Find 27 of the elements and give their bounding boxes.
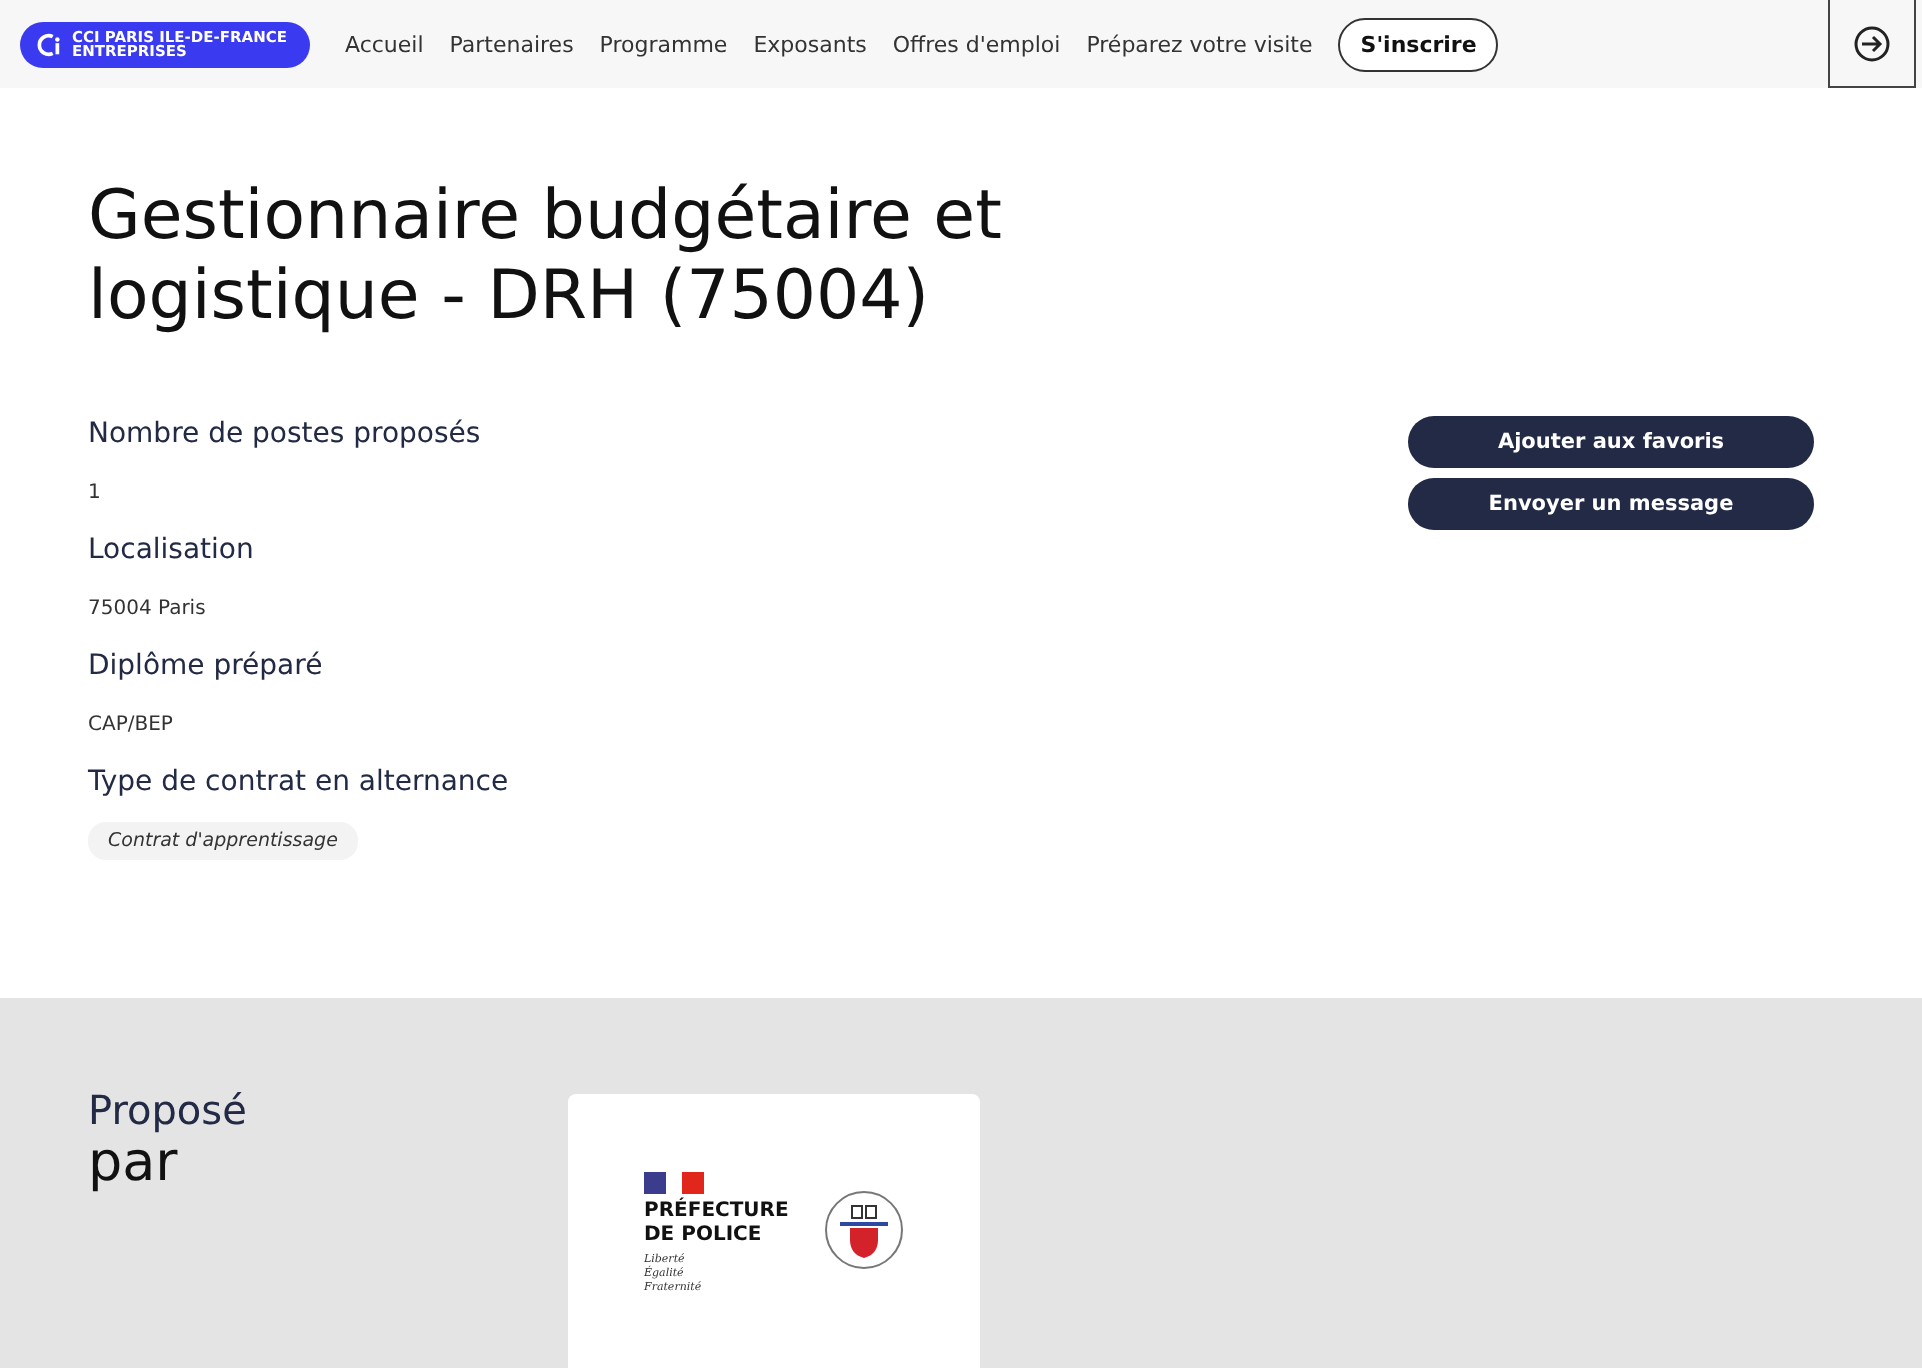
job-title: Gestionnaire budgétaire et logistique - DRH (75004) [88,176,1004,336]
action-button[interactable]: Ajouter aux favoris [1408,416,1814,468]
nav-link[interactable]: Offres d'emploi [892,31,1061,57]
field-label: Type de contrat en alternance [88,764,509,800]
company-name: PRÉFECTURE [644,1200,789,1224]
section-heading: Proposé [88,1086,249,1134]
nav-link[interactable]: Accueil [344,31,424,57]
signup-button[interactable]: S'inscrire [1338,17,1499,71]
contract-tag: Contrat d'apprentissage [88,822,358,860]
company-name: DE POLICE [644,1224,764,1248]
emblem-icon [824,1189,905,1269]
field-value: CAP/BEP [88,714,175,738]
nav-link[interactable]: Partenaires [449,31,574,57]
logo-icon [36,31,62,57]
section-heading: par [88,1134,178,1194]
nav-link[interactable]: Exposants [753,31,867,57]
login-icon [1852,23,1892,63]
field-label: Diplôme préparé [88,648,325,684]
field-label: Localisation [88,532,256,568]
field-value: 1 [88,482,103,506]
flag-icon [644,1172,704,1194]
field-value: 75004 Paris [88,598,208,622]
field-label: Nombre de postes proposés [88,416,483,452]
action-button[interactable]: Envoyer un message [1408,478,1814,530]
nav-link[interactable]: Préparez votre visite [1086,31,1313,57]
login-button[interactable] [1828,0,1916,88]
nav-link[interactable]: Programme [599,31,728,57]
